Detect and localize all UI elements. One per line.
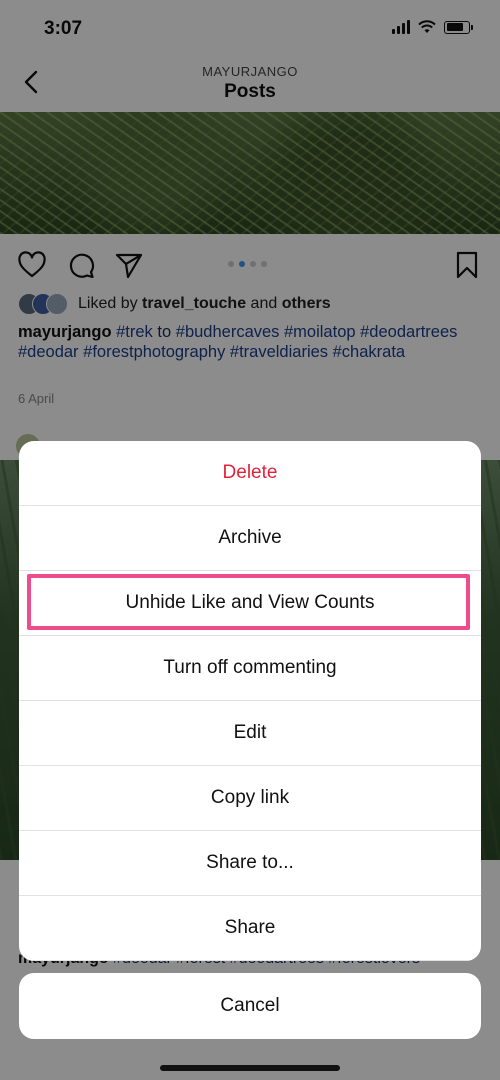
share-to-button[interactable]: Share to... bbox=[19, 831, 481, 896]
turn-off-commenting-button[interactable]: Turn off commenting bbox=[19, 636, 481, 701]
action-sheet: Delete Archive Unhide Like and View Coun… bbox=[19, 441, 481, 961]
home-indicator[interactable] bbox=[160, 1065, 340, 1071]
archive-button[interactable]: Archive bbox=[19, 506, 481, 571]
unhide-like-view-counts-button[interactable]: Unhide Like and View Counts bbox=[19, 571, 481, 636]
copy-link-button[interactable]: Copy link bbox=[19, 766, 481, 831]
app-screen: 3:07 MAYURJANGO Posts Liked by travel_to… bbox=[0, 0, 500, 1080]
edit-button[interactable]: Edit bbox=[19, 701, 481, 766]
share-button[interactable]: Share bbox=[19, 896, 481, 961]
cancel-button[interactable]: Cancel bbox=[19, 973, 481, 1039]
delete-button[interactable]: Delete bbox=[19, 441, 481, 506]
